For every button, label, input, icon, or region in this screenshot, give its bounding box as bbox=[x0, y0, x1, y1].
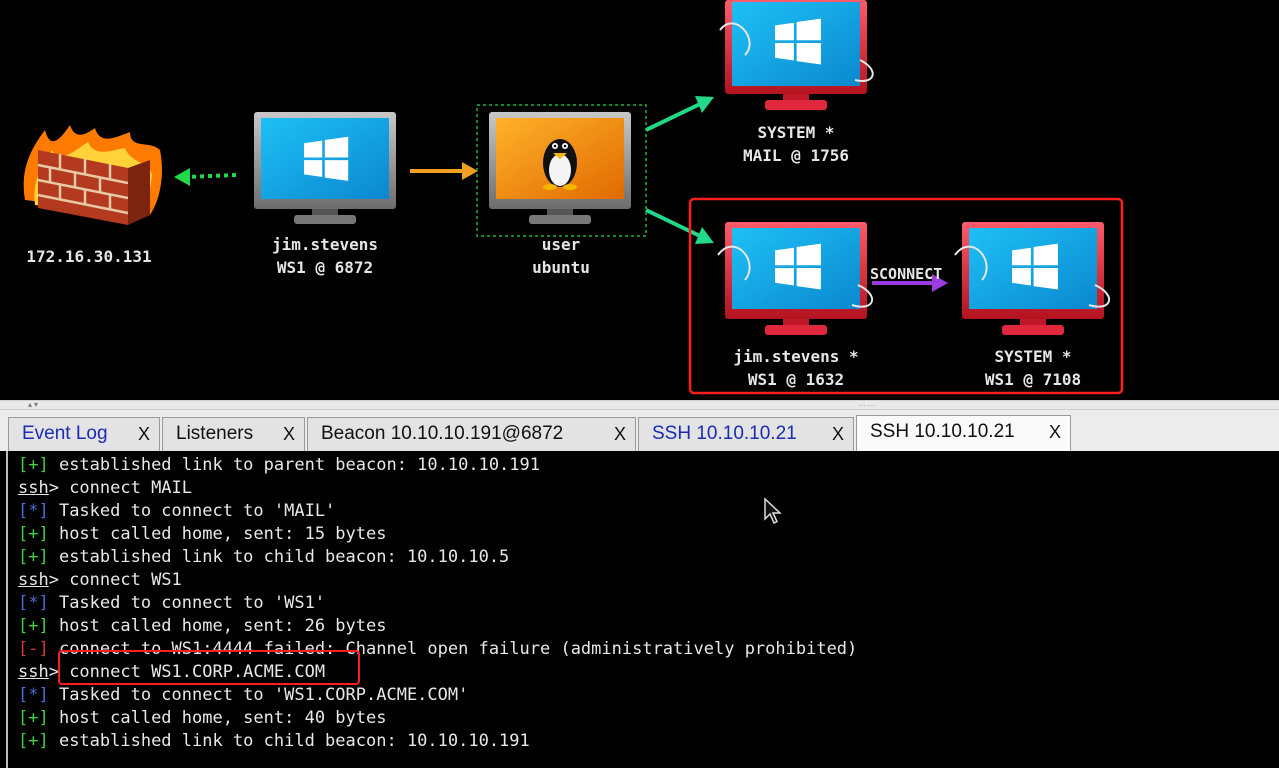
console-line: [*] Tasked to connect to 'WS1.CORP.ACME.… bbox=[18, 685, 469, 705]
tab-beacon[interactable]: Beacon 10.10.10.191@6872 X bbox=[307, 417, 636, 451]
status-tag: [+] bbox=[18, 731, 49, 751]
drag-handle-icon[interactable]: ⋯⋯ bbox=[858, 402, 876, 410]
close-icon[interactable]: X bbox=[614, 418, 626, 450]
windows-monitor-icon[interactable] bbox=[954, 222, 1111, 335]
tab-label: Event Log bbox=[22, 423, 108, 444]
tab-label: Beacon 10.10.10.191@6872 bbox=[321, 423, 564, 444]
tab-bar: Event Log X Listeners X Beacon 10.10.10.… bbox=[0, 410, 1279, 452]
ssh-prompt: ssh bbox=[18, 478, 49, 498]
status-tag: [+] bbox=[18, 455, 49, 475]
tab-label: Listeners bbox=[176, 423, 254, 444]
node-label-mail: SYSTEM * MAIL @ 1756 bbox=[743, 123, 849, 165]
console-line: [+] host called home, sent: 26 bytes bbox=[18, 616, 387, 636]
edge-user-to-mail bbox=[645, 96, 714, 132]
node-label-user: user ubuntu bbox=[532, 235, 590, 277]
tab-label: SSH 10.10.10.21 bbox=[652, 423, 797, 444]
status-tag: [-] bbox=[18, 639, 49, 659]
console-line: [*] Tasked to connect to 'WS1' bbox=[18, 593, 326, 613]
console-line: ssh> connect WS1 bbox=[18, 570, 182, 590]
command-highlight-box bbox=[58, 650, 360, 685]
ssh-prompt: ssh bbox=[18, 570, 49, 590]
windows-monitor-icon[interactable] bbox=[719, 0, 874, 110]
edge-label: SCONNECT bbox=[870, 265, 943, 283]
tab-label: SSH 10.10.10.21 bbox=[870, 421, 1015, 442]
console-line: ssh> connect MAIL bbox=[18, 478, 193, 498]
collapse-arrows-icon[interactable]: ▴▾ bbox=[28, 401, 40, 409]
edge-firewall bbox=[174, 168, 237, 186]
console-line: [+] established link to child beacon: 10… bbox=[18, 731, 530, 751]
tab-event-log[interactable]: Event Log X bbox=[8, 417, 160, 451]
close-icon[interactable]: X bbox=[832, 418, 844, 450]
status-tag: [+] bbox=[18, 616, 49, 636]
console-line: [*] Tasked to connect to 'MAIL' bbox=[18, 501, 336, 521]
node-label-ws1-jim: jim.stevens * WS1 @ 1632 bbox=[733, 347, 859, 389]
close-icon[interactable]: X bbox=[138, 418, 150, 450]
linux-tux-icon[interactable] bbox=[489, 112, 631, 224]
console-line: [+] established link to parent beacon: 1… bbox=[18, 455, 540, 475]
close-icon[interactable]: X bbox=[283, 418, 295, 450]
tab-ssh-1[interactable]: SSH 10.10.10.21 X bbox=[638, 417, 854, 451]
windows-monitor-icon[interactable] bbox=[254, 112, 396, 224]
edge-jim-to-user bbox=[410, 162, 478, 180]
status-tag: [+] bbox=[18, 524, 49, 544]
status-tag: [+] bbox=[18, 708, 49, 728]
pivot-graph: 172.16.30.131 jim.stevens WS1 @ 6872 use… bbox=[0, 0, 1279, 400]
console-line: [+] established link to child beacon: 10… bbox=[18, 547, 510, 567]
status-tag: [*] bbox=[18, 501, 49, 521]
status-tag: [*] bbox=[18, 593, 49, 613]
tab-ssh-2-active[interactable]: SSH 10.10.10.21 X bbox=[856, 415, 1071, 452]
console-line: [+] host called home, sent: 40 bytes bbox=[18, 708, 387, 728]
node-label-ws1-system: SYSTEM * WS1 @ 7108 bbox=[984, 347, 1082, 389]
mouse-pointer-icon bbox=[764, 497, 782, 525]
firewall-label: 172.16.30.131 bbox=[26, 247, 152, 266]
close-icon[interactable]: X bbox=[1049, 416, 1061, 448]
edge-user-to-ws1 bbox=[645, 208, 714, 244]
status-tag: [+] bbox=[18, 547, 49, 567]
windows-monitor-icon[interactable] bbox=[717, 222, 874, 335]
console-output[interactable]: [+] established link to parent beacon: 1… bbox=[6, 451, 1279, 768]
firewall-icon[interactable] bbox=[23, 125, 162, 225]
tab-listeners[interactable]: Listeners X bbox=[162, 417, 305, 451]
console-line: [+] host called home, sent: 15 bytes bbox=[18, 524, 387, 544]
node-label-jim: jim.stevens WS1 @ 6872 bbox=[272, 235, 378, 277]
split-pane-divider[interactable]: ▴▾ ⋯⋯ bbox=[0, 400, 1279, 410]
ssh-prompt: ssh bbox=[18, 662, 49, 682]
status-tag: [*] bbox=[18, 685, 49, 705]
